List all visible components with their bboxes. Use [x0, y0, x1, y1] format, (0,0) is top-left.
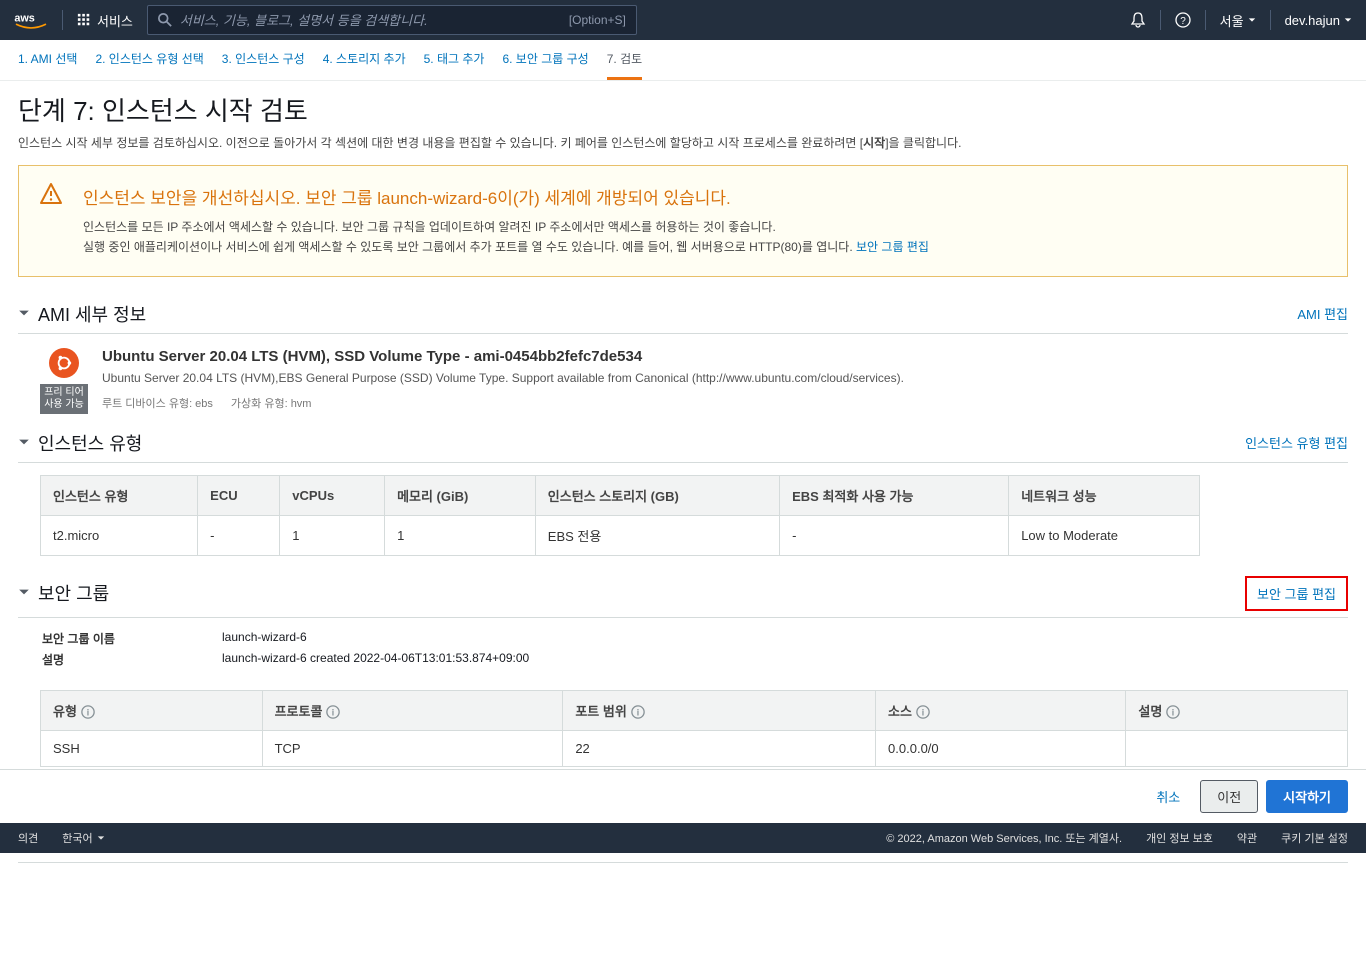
th-source: 소스 — [888, 704, 912, 719]
th-storage: 인스턴스 스토리지 (GB) — [535, 475, 779, 515]
th-memory: 메모리 (GiB) — [385, 475, 536, 515]
th-ecu: ECU — [198, 475, 280, 515]
copyright-text: © 2022, Amazon Web Services, Inc. 또는 계열사… — [886, 830, 1122, 846]
collapse-toggle[interactable] — [18, 585, 30, 601]
info-icon[interactable]: i — [916, 705, 930, 719]
svg-text:i: i — [87, 708, 89, 718]
svg-text:i: i — [1172, 708, 1174, 718]
aws-logo[interactable]: aws — [14, 10, 48, 30]
services-menu[interactable]: 서비스 — [77, 11, 133, 30]
section-security-group-title: 보안 그룹 — [38, 580, 1245, 606]
wizard-step-5[interactable]: 5. 태그 추가 — [424, 50, 485, 80]
caret-down-icon — [97, 834, 105, 842]
services-label: 서비스 — [97, 11, 133, 30]
wizard-step-7[interactable]: 7. 검토 — [607, 50, 642, 80]
wizard-steps: 1. AMI 선택 2. 인스턴스 유형 선택 3. 인스턴스 구성 4. 스토… — [0, 40, 1366, 81]
collapse-toggle[interactable] — [18, 306, 30, 322]
banner-edit-sg-link[interactable]: 보안 그룹 편집 — [856, 240, 929, 254]
ubuntu-icon — [49, 348, 79, 378]
banner-line1: 인스턴스를 모든 IP 주소에서 액세스할 수 있습니다. 보안 그룹 규칙을 … — [83, 217, 1329, 237]
previous-button[interactable]: 이전 — [1200, 780, 1258, 813]
section-instance-type-header: 인스턴스 유형 인스턴스 유형 편집 — [18, 424, 1348, 463]
svg-text:i: i — [637, 708, 639, 718]
caret-down-icon — [1248, 16, 1256, 24]
th-protocol: 프로토콜 — [275, 704, 323, 719]
wizard-step-4[interactable]: 4. 스토리지 추가 — [323, 50, 406, 80]
search-input[interactable] — [180, 13, 561, 28]
top-nav: aws 서비스 [Option+S] ? 서울 dev.hajun — [0, 0, 1366, 40]
collapse-toggle[interactable] — [18, 435, 30, 451]
language-selector[interactable]: 한국어 — [62, 830, 104, 846]
caret-down-icon — [1344, 16, 1352, 24]
security-group-details: 보안 그룹 이름 launch-wizard-6 설명 launch-wizar… — [18, 618, 1348, 678]
free-tier-badge: 프리 티어 사용 가능 — [40, 384, 88, 414]
edit-security-group-link[interactable]: 보안 그룹 편집 — [1245, 576, 1348, 611]
th-instance-type: 인스턴스 유형 — [41, 475, 198, 515]
grid-icon — [77, 13, 91, 27]
page-body: 단계 7: 인스턴스 시작 검토 인스턴스 시작 세부 정보를 검토하십시오. … — [0, 81, 1366, 863]
ami-virtualization: 가상화 유형: hvm — [231, 395, 312, 411]
search-shortcut: [Option+S] — [569, 13, 626, 27]
section-ami-header: AMI 세부 정보 AMI 편집 — [18, 295, 1348, 334]
feedback-link[interactable]: 의견 — [18, 830, 38, 846]
sg-name-value: launch-wizard-6 — [222, 630, 307, 647]
table-row: t2.micro - 1 1 EBS 전용 - Low to Moderate — [41, 515, 1200, 555]
account-menu[interactable]: dev.hajun — [1285, 13, 1352, 28]
th-network: 네트워크 성능 — [1009, 475, 1200, 515]
th-vcpus: vCPUs — [280, 475, 385, 515]
svg-text:i: i — [922, 708, 924, 718]
th-ebs-opt: EBS 최적화 사용 가능 — [780, 475, 1009, 515]
footer-bar: 의견 한국어 © 2022, Amazon Web Services, Inc.… — [0, 823, 1366, 853]
info-icon[interactable]: i — [81, 705, 95, 719]
section-instance-type-title: 인스턴스 유형 — [38, 430, 1245, 456]
help-icon[interactable]: ? — [1175, 12, 1191, 28]
section-security-group-header: 보안 그룹 보안 그룹 편집 — [18, 570, 1348, 618]
th-port-range: 포트 범위 — [575, 704, 626, 719]
launch-button[interactable]: 시작하기 — [1266, 780, 1348, 813]
sg-desc-value: launch-wizard-6 created 2022-04-06T13:01… — [222, 651, 529, 668]
banner-line2: 실행 중인 애플리케이션이나 서비스에 쉽게 액세스할 수 있도록 보안 그룹에… — [83, 237, 1329, 257]
wizard-step-6[interactable]: 6. 보안 그룹 구성 — [502, 50, 588, 80]
nav-divider — [62, 10, 63, 30]
sg-name-label: 보안 그룹 이름 — [42, 630, 222, 647]
wizard-step-1[interactable]: 1. AMI 선택 — [18, 50, 77, 80]
banner-title: 인스턴스 보안을 개선하십시오. 보안 그룹 launch-wizard-6이(… — [83, 184, 1329, 209]
search-icon — [158, 13, 172, 27]
info-icon[interactable]: i — [1166, 705, 1180, 719]
svg-text:i: i — [332, 708, 334, 718]
info-icon[interactable]: i — [631, 705, 645, 719]
ami-details-block: 프리 티어 사용 가능 Ubuntu Server 20.04 LTS (HVM… — [18, 334, 1348, 424]
wizard-step-3[interactable]: 3. 인스턴스 구성 — [222, 50, 305, 80]
terms-link[interactable]: 약관 — [1237, 830, 1257, 846]
ami-root-device: 루트 디바이스 유형: ebs — [102, 395, 213, 411]
th-type: 유형 — [53, 704, 77, 719]
cancel-button[interactable]: 취소 — [1144, 781, 1192, 812]
svg-text:aws: aws — [14, 13, 34, 25]
table-row: SSH TCP 22 0.0.0.0/0 — [41, 730, 1348, 766]
notifications-icon[interactable] — [1130, 12, 1146, 28]
th-desc: 설명 — [1138, 704, 1162, 719]
privacy-link[interactable]: 개인 정보 보호 — [1146, 830, 1213, 846]
ami-description: Ubuntu Server 20.04 LTS (HVM),EBS Genera… — [102, 371, 904, 385]
page-title: 단계 7: 인스턴스 시작 검토 — [18, 91, 1348, 128]
security-group-rules-table: 유형 i 프로토콜 i 포트 범위 i 소스 i 설명 i SSH TCP 22 0.0.… — [40, 690, 1348, 767]
region-selector[interactable]: 서울 — [1220, 11, 1256, 30]
section-ami-title: AMI 세부 정보 — [38, 301, 1297, 327]
security-warning-banner: 인스턴스 보안을 개선하십시오. 보안 그룹 launch-wizard-6이(… — [18, 165, 1348, 277]
info-icon[interactable]: i — [326, 705, 340, 719]
warning-icon — [39, 182, 63, 209]
edit-instance-type-link[interactable]: 인스턴스 유형 편집 — [1245, 433, 1348, 452]
action-bar: 취소 이전 시작하기 — [0, 769, 1366, 823]
instance-type-table: 인스턴스 유형 ECU vCPUs 메모리 (GiB) 인스턴스 스토리지 (G… — [40, 475, 1200, 556]
page-intro: 인스턴스 시작 세부 정보를 검토하십시오. 이전으로 돌아가서 각 섹션에 대… — [18, 134, 1348, 151]
svg-text:?: ? — [1180, 16, 1186, 27]
wizard-step-2[interactable]: 2. 인스턴스 유형 선택 — [95, 50, 203, 80]
edit-ami-link[interactable]: AMI 편집 — [1297, 304, 1348, 323]
cookies-link[interactable]: 쿠키 기본 설정 — [1281, 830, 1348, 846]
ami-name: Ubuntu Server 20.04 LTS (HVM), SSD Volum… — [102, 348, 904, 365]
sg-desc-label: 설명 — [42, 651, 222, 668]
search-box[interactable]: [Option+S] — [147, 5, 637, 35]
